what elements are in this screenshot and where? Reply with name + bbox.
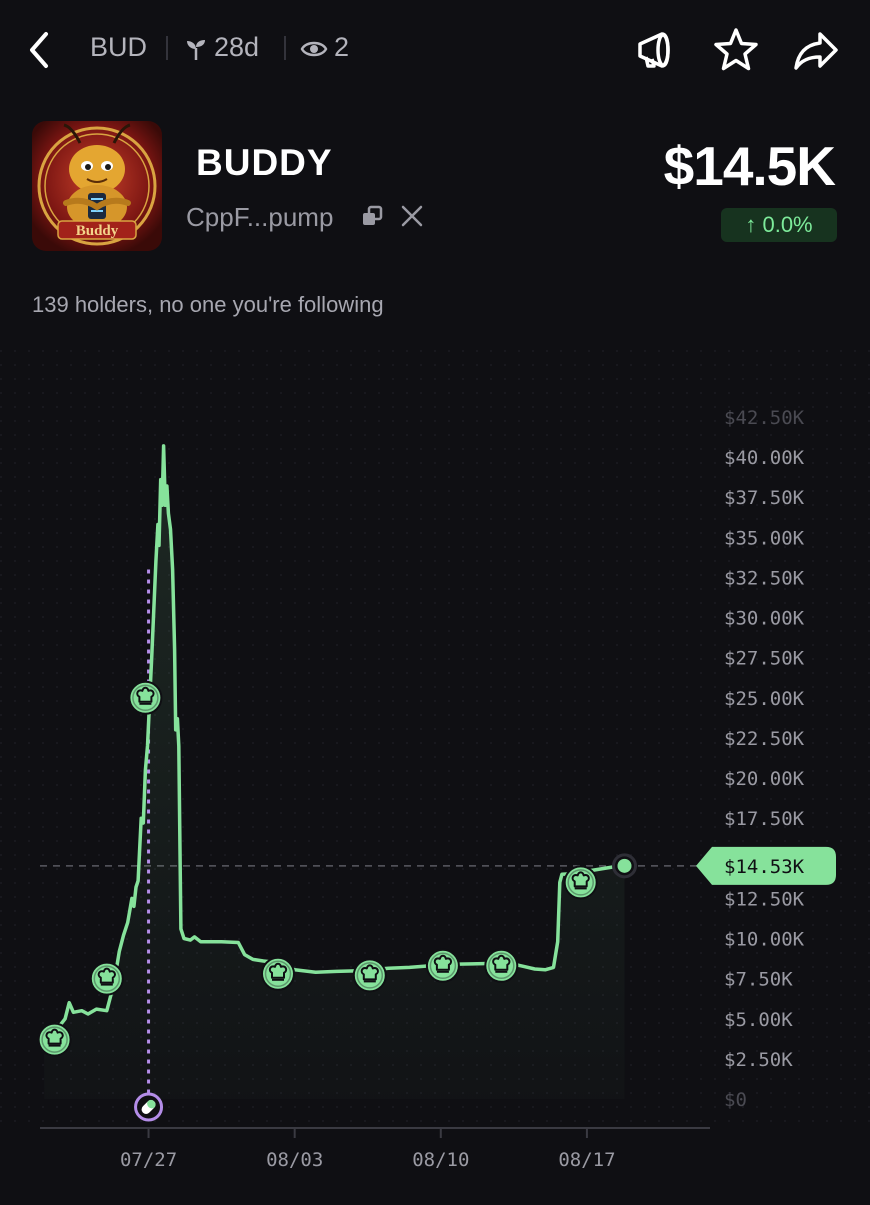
megaphone-icon[interactable] [632, 26, 680, 74]
chef-hat-icon[interactable] [563, 865, 598, 900]
y-tick-label: $20.00K [724, 768, 805, 790]
y-tick-label: $2.50K [724, 1049, 793, 1071]
y-tick-label: $27.50K [724, 648, 805, 670]
x-tick-label: 08/10 [412, 1149, 469, 1171]
chef-hat-icon[interactable] [37, 1022, 72, 1057]
holders-summary: 139 holders, no one you're following [32, 292, 384, 317]
copy-icon[interactable] [360, 204, 384, 228]
y-tick-label: $22.50K [724, 728, 805, 750]
watcher-count: 2 [334, 32, 350, 62]
chef-hat-icon[interactable] [89, 961, 124, 996]
back-chevron-icon[interactable] [22, 28, 58, 72]
current-value-dot [612, 853, 637, 879]
token-avatar: Buddy [32, 121, 162, 251]
market-cap-price: $14.5K [663, 135, 836, 197]
pill-icon[interactable] [134, 1092, 164, 1122]
sprout-icon [187, 40, 205, 60]
divider [284, 36, 286, 60]
y-tick-label: $7.50K [724, 969, 793, 991]
chef-hat-icon[interactable] [128, 680, 163, 715]
contract-address: CppF...pump [186, 202, 334, 232]
y-tick-label: $42.50K [724, 407, 805, 429]
price-change-badge: ↑ 0.0% [721, 208, 837, 242]
chef-hat-icon[interactable] [352, 958, 387, 993]
share-arrow-icon[interactable] [792, 26, 840, 74]
y-tick-label: $10.00K [724, 929, 805, 951]
price-chart[interactable]: $42.50K $40.00K $37.50K $35.00K $32.50K $30.0… [0, 340, 870, 1200]
price-chart-svg[interactable]: $42.50K $40.00K $37.50K $35.00K $32.50K $30.0… [0, 340, 870, 1200]
y-tick-label: $37.50K [724, 487, 805, 509]
chef-hat-icon[interactable] [484, 948, 519, 983]
y-tick-label: $32.50K [724, 567, 805, 589]
y-tick-label: $40.00K [724, 447, 805, 469]
y-tick-label: $17.50K [724, 808, 805, 830]
avatar-caption: Buddy [76, 223, 119, 239]
x-axis: 07/27 08/03 08/10 08/17 [120, 1128, 616, 1171]
token-age: 28d [214, 32, 260, 62]
divider [166, 36, 168, 60]
x-tick-label: 08/03 [266, 1149, 323, 1171]
eye-icon [300, 41, 328, 57]
y-tick-label: $25.00K [724, 688, 805, 710]
chef-hat-icon[interactable] [425, 948, 460, 983]
x-tick-label: 07/27 [120, 1149, 177, 1171]
y-tick-label: $30.00K [724, 608, 805, 630]
chef-hat-icon[interactable] [261, 956, 295, 991]
x-logo-icon[interactable] [400, 205, 424, 227]
top-navigation-bar: BUD 28d 2 [0, 0, 870, 100]
current-value-tag: $14.53K [696, 846, 836, 885]
star-icon[interactable] [712, 26, 760, 74]
x-tick-label: 08/17 [558, 1149, 615, 1171]
y-tick-label: $0 [724, 1089, 747, 1111]
y-tick-label: $12.50K [724, 888, 805, 910]
y-tick-label: $35.00K [724, 527, 805, 549]
token-name: BUDDY [196, 142, 333, 183]
y-tick-label: $5.00K [724, 1009, 793, 1031]
current-value-label: $14.53K [724, 856, 805, 878]
token-ticker: BUD [90, 32, 148, 62]
